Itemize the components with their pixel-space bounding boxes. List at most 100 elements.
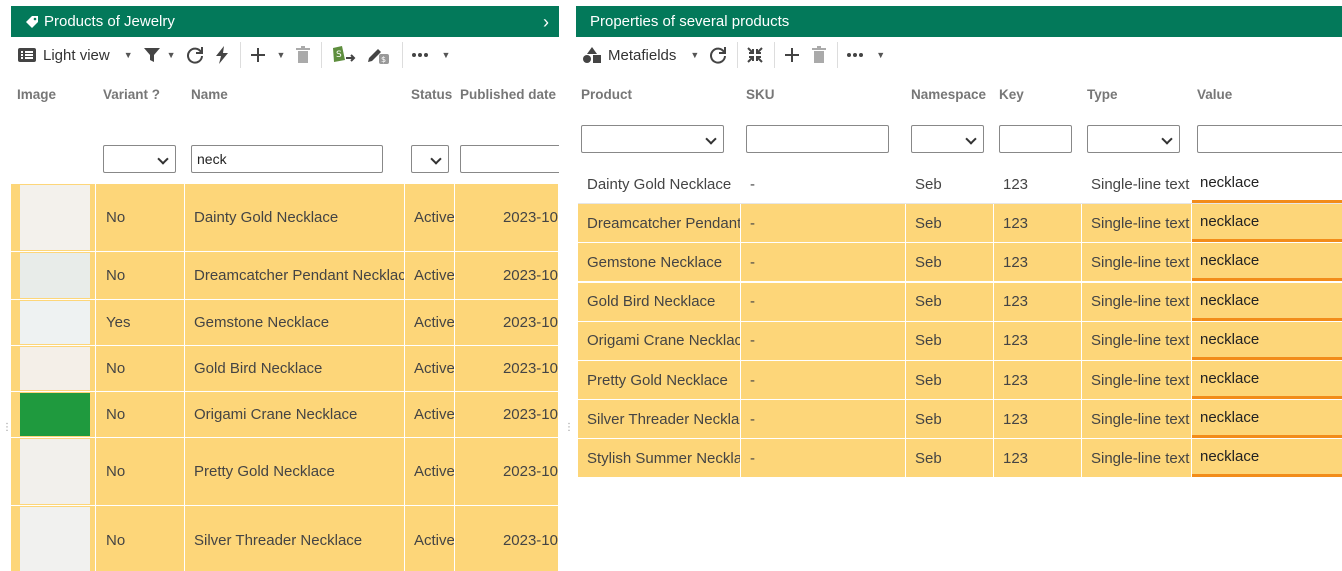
products-toolbar: Light view ▼ ▼ ▼ S $ ▼	[11, 37, 559, 73]
table-row[interactable]: Silver Threader Necklace - Seb 123 Single-li…	[578, 400, 1342, 440]
table-row[interactable]: Gemstone Necklace - Seb 123 Single-line text…	[578, 243, 1342, 283]
column-header-published-date[interactable]: Published date	[460, 87, 556, 102]
plus-icon	[250, 48, 265, 62]
key-cell: 123	[1003, 175, 1029, 193]
products-grid-header: Image Variant ? Name Status Published da…	[11, 73, 559, 183]
key-cell: 123	[994, 400, 1082, 439]
refresh-icon	[186, 47, 203, 64]
namespace-cell: Seb	[915, 175, 942, 193]
toolbar-separator	[239, 42, 241, 68]
filter-button[interactable]: ▼	[143, 42, 176, 68]
product-filter-select[interactable]	[581, 125, 724, 153]
value-cell[interactable]: necklace	[1192, 361, 1342, 399]
product-thumbnail	[20, 253, 90, 298]
delete-button[interactable]	[295, 42, 311, 68]
collapse-button[interactable]	[746, 42, 764, 68]
value-cell[interactable]: necklace	[1192, 204, 1342, 243]
more-button[interactable]: ▼	[411, 42, 450, 68]
view-selector[interactable]: Light view ▼	[17, 42, 133, 68]
status-cell: Active	[405, 346, 455, 391]
type-cell: Single-line text	[1082, 321, 1192, 360]
column-header-namespace[interactable]: Namespace	[911, 87, 986, 102]
properties-panel-title: Properties of several products	[590, 13, 790, 30]
key-cell: 123	[994, 282, 1082, 321]
products-panel: Products of Jewelry › Light view ▼ ▼ ▼ S	[11, 6, 559, 571]
column-header-value[interactable]: Value	[1197, 87, 1232, 102]
caret-down-icon: ▼	[166, 50, 176, 60]
refresh-button[interactable]	[709, 42, 727, 68]
edit-price-button[interactable]: $	[366, 42, 392, 68]
published-date-cell: 2023-10	[455, 438, 559, 505]
metafields-selector[interactable]: Metafields ▼	[582, 42, 699, 68]
key-cell: 123	[994, 243, 1082, 282]
panel-resize-handle[interactable]: ⋮	[564, 423, 574, 433]
key-filter-input[interactable]	[999, 125, 1072, 153]
name-filter-input[interactable]: neck	[191, 145, 383, 173]
chevron-right-icon[interactable]: ›	[543, 12, 549, 33]
add-button[interactable]: ▼	[249, 42, 286, 68]
published-date-filter-input[interactable]	[460, 145, 559, 173]
table-row[interactable]: No Dreamcatcher Pendant Necklace Active 202…	[11, 252, 559, 300]
variant-cell: No	[97, 252, 185, 299]
column-header-product[interactable]: Product	[581, 87, 632, 102]
column-header-key[interactable]: Key	[999, 87, 1024, 102]
table-row[interactable]: No Pretty Gold Necklace Active 2023-10	[11, 438, 559, 506]
published-date-cell: 2023-10	[455, 252, 559, 299]
table-row[interactable]: Stylish Summer Necklace - Seb 123 Single-lin…	[578, 439, 1342, 479]
variant-cell: No	[97, 184, 185, 251]
value-cell[interactable]: necklace	[1192, 400, 1342, 439]
column-header-name[interactable]: Name	[191, 87, 228, 102]
column-header-image[interactable]: Image	[17, 87, 56, 102]
type-cell: Single-line text	[1082, 439, 1192, 478]
table-row[interactable]: No Gold Bird Necklace Active 2023-10	[11, 346, 559, 392]
table-row[interactable]: No Origami Crane Necklace Active 2023-10	[11, 392, 559, 438]
compress-icon	[747, 47, 764, 63]
value-cell[interactable]: necklace	[1192, 165, 1342, 203]
column-header-sku[interactable]: SKU	[746, 87, 775, 102]
status-filter-select[interactable]	[411, 145, 449, 173]
sku-filter-input[interactable]	[746, 125, 889, 153]
add-button[interactable]	[783, 42, 801, 68]
table-row[interactable]: No Silver Threader Necklace Active 2023-10	[11, 506, 559, 571]
sku-cell: -	[741, 361, 906, 399]
sku-cell: -	[741, 321, 906, 360]
caret-down-icon: ▼	[276, 50, 286, 60]
table-row[interactable]: No Dainty Gold Necklace Active 2023-10	[11, 184, 559, 252]
value-cell[interactable]: necklace	[1192, 439, 1342, 478]
image-cell	[11, 184, 96, 251]
quick-action-button[interactable]	[214, 42, 230, 68]
caret-down-icon: ▼	[876, 50, 886, 60]
trash-icon	[296, 46, 311, 63]
shopify-sync-button[interactable]: S	[330, 42, 356, 68]
left-resize-handle[interactable]: ⋮	[2, 423, 12, 433]
published-date-cell: 2023-10	[455, 346, 559, 391]
value-cell[interactable]: necklace	[1192, 243, 1342, 282]
image-cell	[11, 506, 96, 571]
value-cell[interactable]: necklace	[1192, 283, 1342, 321]
column-header-variant[interactable]: Variant ?	[103, 87, 160, 102]
table-row[interactable]: Dainty Gold Necklace - Seb 123 Single-line t…	[578, 165, 1342, 204]
refresh-button[interactable]	[186, 42, 204, 68]
refresh-icon	[710, 47, 727, 64]
key-cell: 123	[994, 361, 1082, 399]
name-cell: Origami Crane Necklace	[185, 392, 405, 437]
more-button[interactable]: ▼	[846, 42, 885, 68]
column-header-status[interactable]: Status	[411, 87, 452, 102]
table-row[interactable]: Gold Bird Necklace - Seb 123 Single-line tex…	[578, 282, 1342, 322]
column-header-type[interactable]: Type	[1087, 87, 1118, 102]
variant-cell: No	[97, 506, 185, 571]
svg-text:$: $	[381, 55, 386, 64]
table-row[interactable]: Yes Gemstone Necklace Active 2023-10	[11, 300, 559, 346]
table-row[interactable]: Dreamcatcher Pendant Necklace-Seb123Sing…	[578, 204, 1342, 244]
properties-panel-header: Properties of several products	[576, 6, 1342, 37]
table-row[interactable]: Origami Crane Necklace - Seb 123 Single-line…	[578, 321, 1342, 361]
variant-filter-select[interactable]	[103, 145, 176, 173]
status-cell: Active	[405, 392, 455, 437]
value-filter-input[interactable]	[1197, 125, 1342, 153]
type-cell: Single-line text	[1082, 243, 1192, 282]
type-filter-select[interactable]	[1087, 125, 1180, 153]
namespace-filter-select[interactable]	[911, 125, 984, 153]
value-cell[interactable]: necklace	[1192, 322, 1342, 360]
table-row[interactable]: Pretty Gold Necklace - Seb 123 Single-line t…	[578, 361, 1342, 400]
delete-button[interactable]	[811, 42, 827, 68]
